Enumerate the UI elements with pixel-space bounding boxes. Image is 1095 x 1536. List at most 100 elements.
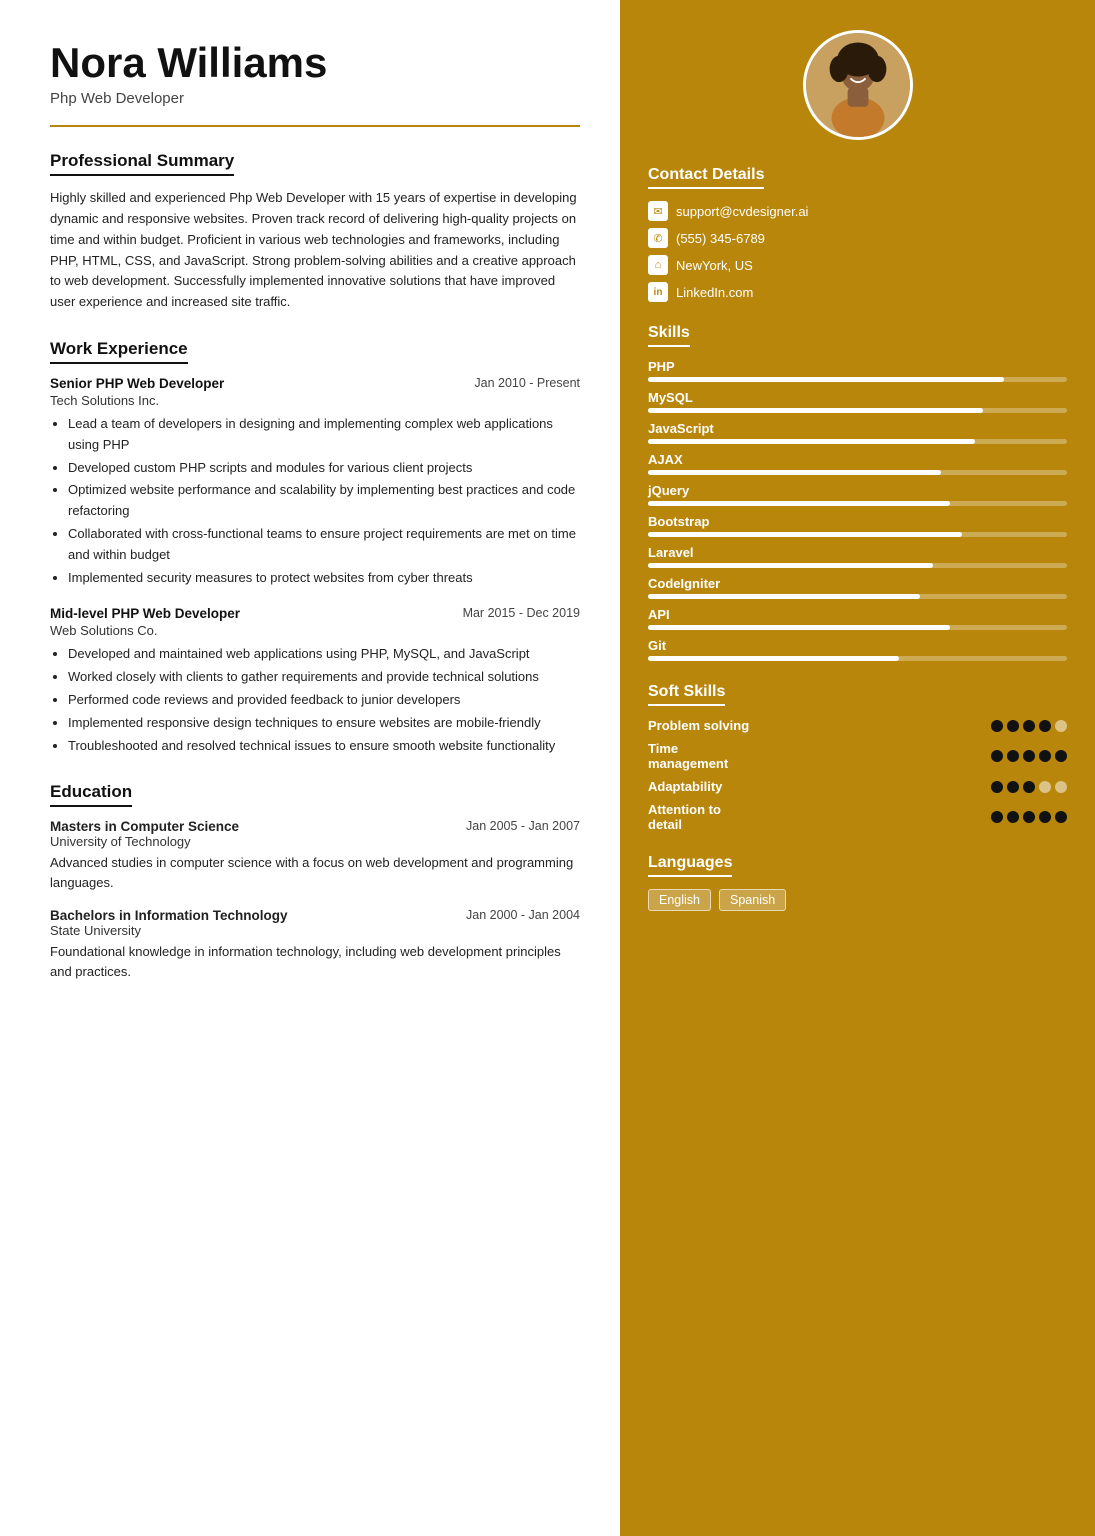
right-column: Contact Details ✉ support@cvdesigner.ai … <box>620 0 1095 1536</box>
dot <box>1039 781 1051 793</box>
work-experience-section: Work Experience Senior PHP Web Developer… <box>50 339 580 756</box>
avatar <box>803 30 913 140</box>
skill-dots <box>991 750 1067 762</box>
edu-degree: Bachelors in Information Technology <box>50 908 288 923</box>
summary-section: Professional Summary Highly skilled and … <box>50 151 580 313</box>
job-bullets: Developed and maintained web application… <box>50 644 580 756</box>
skill-bar-fill <box>648 625 950 630</box>
edu-description: Foundational knowledge in information te… <box>50 942 580 981</box>
skill-bar-background <box>648 377 1067 382</box>
edu-date: Jan 2005 - Jan 2007 <box>466 819 580 833</box>
dot <box>1023 750 1035 762</box>
dot <box>1039 811 1051 823</box>
dot <box>1055 781 1067 793</box>
skill-dots <box>991 781 1067 793</box>
bullet-item: Collaborated with cross-functional teams… <box>68 524 580 566</box>
soft-skill-name: Time management <box>648 741 758 771</box>
skill-name: Bootstrap <box>648 514 1067 529</box>
full-name: Nora Williams <box>50 40 580 86</box>
email-icon: ✉ <box>648 201 668 221</box>
contact-location: NewYork, US <box>676 258 753 273</box>
soft-skill-item: Problem solving <box>648 718 1067 733</box>
soft-skill-name: Adaptability <box>648 779 758 794</box>
skill-item: PHP <box>648 359 1067 382</box>
education-item: Bachelors in Information Technology Jan … <box>50 908 580 981</box>
contact-item-linkedin: in LinkedIn.com <box>648 282 1067 302</box>
skill-name: API <box>648 607 1067 622</box>
job-company: Web Solutions Co. <box>50 623 580 638</box>
skill-bar-fill <box>648 532 962 537</box>
dot <box>1039 750 1051 762</box>
dot <box>1007 781 1019 793</box>
dot <box>1007 750 1019 762</box>
skill-item: API <box>648 607 1067 630</box>
bullet-item: Optimized website performance and scalab… <box>68 480 580 522</box>
education-item: Masters in Computer Science Jan 2005 - J… <box>50 819 580 892</box>
job-title: Php Web Developer <box>50 90 580 107</box>
edu-degree: Masters in Computer Science <box>50 819 239 834</box>
skills-title: Skills <box>648 324 690 347</box>
job-date: Mar 2015 - Dec 2019 <box>463 606 580 620</box>
soft-skill-name: Attention to detail <box>648 802 758 832</box>
contact-phone: (555) 345-6789 <box>676 231 765 246</box>
skill-bar-fill <box>648 377 1004 382</box>
soft-skills-section: Soft Skills Problem solving Time managem… <box>648 683 1067 832</box>
skill-name: Git <box>648 638 1067 653</box>
languages-section: Languages English Spanish <box>648 854 1067 911</box>
contact-linkedin: LinkedIn.com <box>676 285 753 300</box>
language-tag-spanish: Spanish <box>719 889 786 911</box>
skill-bar-fill <box>648 470 941 475</box>
dot <box>1055 750 1067 762</box>
skill-bar-background <box>648 625 1067 630</box>
bullet-item: Worked closely with clients to gather re… <box>68 667 580 688</box>
skill-bar-fill <box>648 439 975 444</box>
dot <box>1023 781 1035 793</box>
skill-bar-background <box>648 470 1067 475</box>
language-tags: English Spanish <box>648 889 1067 911</box>
skill-name: Laravel <box>648 545 1067 560</box>
soft-skill-name: Problem solving <box>648 718 758 733</box>
contact-title: Contact Details <box>648 166 764 189</box>
dot <box>991 720 1003 732</box>
dot <box>991 750 1003 762</box>
soft-skills-title: Soft Skills <box>648 683 725 706</box>
dot <box>1055 811 1067 823</box>
dot <box>1039 720 1051 732</box>
edu-school: State University <box>50 923 580 938</box>
job-item: Senior PHP Web Developer Jan 2010 - Pres… <box>50 376 580 588</box>
job-bullets: Lead a team of developers in designing a… <box>50 414 580 588</box>
job-date: Jan 2010 - Present <box>474 376 580 390</box>
dot <box>991 781 1003 793</box>
skill-item: jQuery <box>648 483 1067 506</box>
education-section: Education Masters in Computer Science Ja… <box>50 782 580 981</box>
skills-list: PHP MySQL JavaScript AJAX jQuery Bootstr… <box>648 359 1067 661</box>
dot <box>1007 720 1019 732</box>
summary-text: Highly skilled and experienced Php Web D… <box>50 188 580 313</box>
job-item: Mid-level PHP Web Developer Mar 2015 - D… <box>50 606 580 756</box>
linkedin-icon: in <box>648 282 668 302</box>
soft-skill-item: Time management <box>648 741 1067 771</box>
skill-bar-fill <box>648 501 950 506</box>
edu-school: University of Technology <box>50 834 580 849</box>
job-title-text: Mid-level PHP Web Developer <box>50 606 240 621</box>
skill-name: JavaScript <box>648 421 1067 436</box>
contact-section: Contact Details ✉ support@cvdesigner.ai … <box>648 166 1067 302</box>
contact-item-phone: ✆ (555) 345-6789 <box>648 228 1067 248</box>
dot <box>991 811 1003 823</box>
header-divider <box>50 125 580 127</box>
phone-icon: ✆ <box>648 228 668 248</box>
skill-item: Git <box>648 638 1067 661</box>
summary-title: Professional Summary <box>50 151 234 176</box>
bullet-item: Lead a team of developers in designing a… <box>68 414 580 456</box>
contact-email: support@cvdesigner.ai <box>676 204 808 219</box>
edu-date: Jan 2000 - Jan 2004 <box>466 908 580 922</box>
edu-description: Advanced studies in computer science wit… <box>50 853 580 892</box>
skill-bar-background <box>648 408 1067 413</box>
skill-item: JavaScript <box>648 421 1067 444</box>
education-title: Education <box>50 782 132 807</box>
bullet-item: Performed code reviews and provided feed… <box>68 690 580 711</box>
skill-item: AJAX <box>648 452 1067 475</box>
skill-bar-background <box>648 563 1067 568</box>
avatar-container <box>648 30 1067 140</box>
skill-name: MySQL <box>648 390 1067 405</box>
